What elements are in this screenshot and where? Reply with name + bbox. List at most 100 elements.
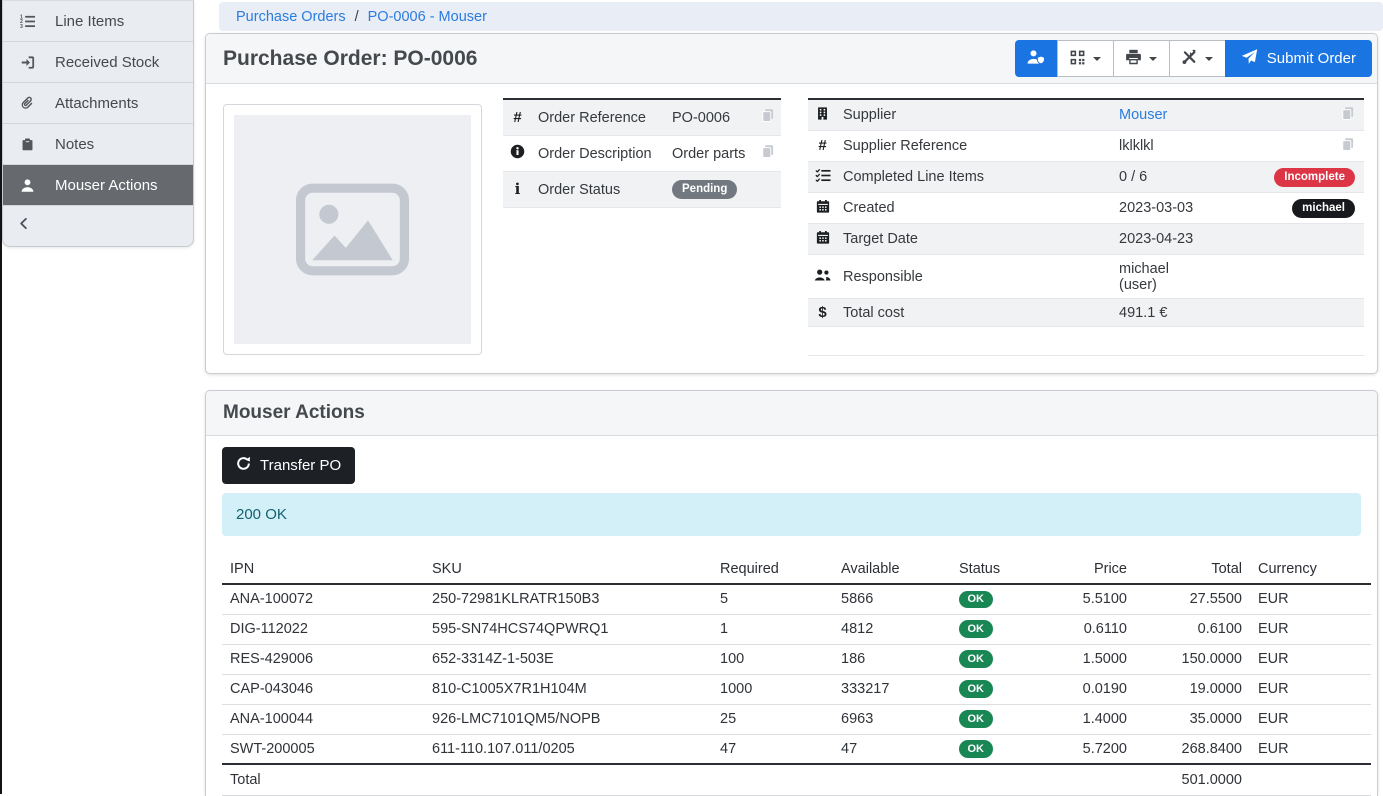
roles-button[interactable] — [1015, 40, 1058, 77]
sign-in-icon — [17, 55, 38, 70]
info-icon: i — [503, 172, 532, 208]
detail-label: Completed Line Items — [837, 162, 1113, 193]
cell-required: 1 — [712, 614, 833, 644]
cell-ipn: RES-429006 — [222, 644, 424, 674]
transfer-po-label: Transfer PO — [260, 457, 341, 474]
submit-order-button[interactable]: Submit Order — [1225, 40, 1372, 77]
detail-value: 491.1 € — [1113, 299, 1206, 327]
order-image-card[interactable] — [223, 104, 482, 355]
table-row: ANA-100072250-72981KLRATR150B355866OK5.5… — [222, 584, 1371, 614]
cell-currency: EUR — [1250, 734, 1371, 764]
cell-price: 1.5000 — [1046, 644, 1135, 674]
cell-available: 4812 — [833, 614, 951, 644]
copy-icon[interactable] — [761, 108, 775, 127]
barcode-actions-button[interactable] — [1057, 40, 1114, 77]
supplier-link[interactable]: Mouser — [1119, 107, 1167, 123]
detail-label: Order Description — [532, 136, 666, 172]
chevron-down-icon — [1149, 57, 1157, 61]
cell-price: 5.7200 — [1046, 734, 1135, 764]
transfer-po-button[interactable]: Transfer PO — [222, 447, 355, 484]
copy-icon[interactable] — [1341, 106, 1355, 125]
sidebar-item-attachments[interactable]: Attachments — [3, 83, 193, 124]
cell-currency: EUR — [1250, 614, 1371, 644]
tools-icon — [1181, 49, 1198, 68]
sidebar-item-line-items[interactable]: 123Line Items — [3, 1, 193, 42]
paper-plane-icon — [1241, 49, 1258, 69]
table-row: CAP-043046810-C1005X7R1H104M1000333217OK… — [222, 674, 1371, 704]
cell-currency: EUR — [1250, 644, 1371, 674]
cell-currency: EUR — [1250, 674, 1371, 704]
cell-total: 27.5500 — [1135, 584, 1250, 614]
building-icon — [808, 99, 837, 131]
column-header-price: Price — [1046, 554, 1135, 584]
detail-label: Order Reference — [532, 99, 666, 136]
rotate-icon — [236, 456, 251, 475]
image-placeholder-icon — [234, 115, 471, 344]
cell-price: 0.0190 — [1046, 674, 1135, 704]
users-icon — [808, 255, 837, 299]
cell-required: 25 — [712, 704, 833, 734]
breadcrumb-link-current[interactable]: PO-0006 - Mouser — [368, 9, 487, 25]
page-title: Purchase Order: PO-0006 — [223, 47, 477, 71]
detail-row: $Total cost491.1 € — [808, 299, 1364, 327]
table-row: SWT-200005611-110.107.011/02054747OK5.72… — [222, 734, 1371, 764]
breadcrumb: Purchase Orders / PO-0006 - Mouser — [219, 2, 1383, 31]
user-icon — [17, 178, 38, 193]
detail-label: Order Status — [532, 172, 666, 208]
copy-icon[interactable] — [1341, 137, 1355, 156]
detail-row: Target Date2023-04-23 — [808, 224, 1364, 255]
table-footer-row: Total 501.0000 — [222, 764, 1371, 795]
mouser-actions-title: Mouser Actions — [223, 402, 365, 424]
detail-value: Order parts — [666, 136, 755, 172]
sidebar: 123Line Items Received Stock Attachments No… — [2, 0, 194, 247]
cell-required: 47 — [712, 734, 833, 764]
footer-total-label: Total — [222, 764, 424, 795]
footer-total-value: 501.0000 — [1135, 764, 1250, 795]
ok-badge: OK — [959, 740, 993, 758]
paperclip-icon — [17, 95, 38, 111]
cell-sku: 926-LMC7101QM5/NOPB — [424, 704, 712, 734]
line-items-table: IPNSKURequiredAvailableStatusPriceTotalC… — [222, 554, 1371, 796]
order-actions-button[interactable] — [1169, 40, 1226, 77]
sidebar-item-notes[interactable]: Notes — [3, 124, 193, 165]
printer-icon — [1125, 49, 1142, 68]
sidebar-collapse-button[interactable] — [3, 206, 193, 246]
detail-value: 2023-04-23 — [1113, 224, 1206, 255]
status-badge: michael — [1292, 199, 1355, 218]
cell-status: OK — [951, 704, 1046, 734]
cell-currency: EUR — [1250, 584, 1371, 614]
qrcode-icon — [1069, 49, 1086, 69]
mouser-actions-panel-header: Mouser Actions — [206, 391, 1377, 436]
cell-price: 1.4000 — [1046, 704, 1135, 734]
print-actions-button[interactable] — [1113, 40, 1170, 77]
chevron-down-icon — [1205, 57, 1213, 61]
chevron-left-icon — [18, 216, 30, 236]
copy-icon[interactable] — [761, 144, 775, 163]
column-header-ipn: IPN — [222, 554, 424, 584]
sidebar-item-mouser-actions[interactable]: Mouser Actions — [3, 165, 193, 206]
cell-sku: 595-SN74HCS74QPWRQ1 — [424, 614, 712, 644]
cell-available: 5866 — [833, 584, 951, 614]
status-badge: Pending — [672, 180, 737, 199]
user-shield-icon — [1026, 49, 1046, 68]
cell-total: 0.6100 — [1135, 614, 1250, 644]
sidebar-item-label: Received Stock — [55, 54, 159, 71]
ok-badge: OK — [959, 591, 993, 609]
table-row: DIG-112022595-SN74HCS74QPWRQ114812OK0.61… — [222, 614, 1371, 644]
cell-ipn: CAP-043046 — [222, 674, 424, 704]
detail-value: Pending — [666, 172, 755, 208]
sidebar-item-label: Attachments — [55, 95, 138, 112]
detail-value: Mouser — [1113, 99, 1206, 131]
detail-label: Created — [837, 193, 1113, 224]
cell-available: 6963 — [833, 704, 951, 734]
cell-ipn: ANA-100044 — [222, 704, 424, 734]
breadcrumb-link-purchase-orders[interactable]: Purchase Orders — [236, 9, 346, 25]
detail-row: iOrder Status Pending — [503, 172, 781, 208]
detail-value: michael (user) — [1113, 255, 1206, 299]
supplier-details-table: SupplierMouser#Supplier Referencelklklkl… — [808, 98, 1364, 356]
cell-available: 186 — [833, 644, 951, 674]
detail-row: Created2023-03-03michael — [808, 193, 1364, 224]
sidebar-item-received-stock[interactable]: Received Stock — [3, 42, 193, 83]
table-row: ANA-100044926-LMC7101QM5/NOPB256963OK1.4… — [222, 704, 1371, 734]
column-header-sku: SKU — [424, 554, 712, 584]
